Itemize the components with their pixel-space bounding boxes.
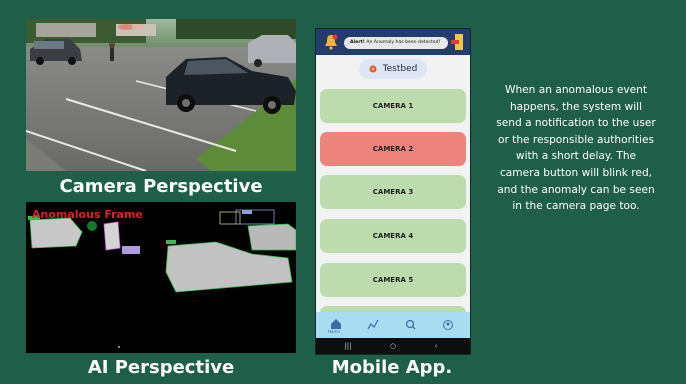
camera-perspective-image: [26, 19, 296, 171]
anomalous-frame-label: Anomalous Frame: [32, 208, 143, 221]
nav-trends[interactable]: [355, 312, 391, 338]
ai-perspective-image: Anomalous Frame: [26, 202, 296, 353]
segmentation-overlay: [28, 209, 296, 348]
camera-perspective-caption: Camera Perspective: [59, 176, 263, 197]
bell-icon: [325, 34, 338, 50]
mobile-app-caption: Mobile App.: [331, 357, 453, 378]
nav-search[interactable]: [393, 312, 429, 338]
profile-icon: [443, 320, 453, 330]
ai-perspective-caption: AI Perspective: [87, 357, 235, 378]
location-chip[interactable]: Testbed: [359, 59, 427, 79]
camera-2-button[interactable]: CAMERA 2: [320, 132, 466, 166]
home-icon: [331, 319, 341, 329]
home-button[interactable]: ○: [383, 340, 403, 352]
camera-4-button[interactable]: CAMERA 4: [320, 219, 466, 253]
back-button[interactable]: ‹: [426, 340, 446, 352]
location-chip-label: Testbed: [382, 64, 418, 74]
description-text: When an anomalous event happens, the sys…: [496, 84, 656, 213]
slide: Camera Perspective Anomalous Frame AI Pe…: [0, 0, 686, 384]
camera-5-button[interactable]: CAMERA 5: [320, 263, 466, 297]
notification-text: An Anomaly has been detected!: [366, 40, 441, 45]
android-system-bar: ||| ○ ‹: [316, 338, 470, 354]
exit-icon[interactable]: [451, 33, 465, 51]
notification-bar[interactable]: Alert! An Anomaly has been detected!: [316, 29, 470, 55]
mobile-app-screen: Alert! An Anomaly has been detected! Tes…: [315, 28, 471, 355]
notification-title: Alert!: [350, 40, 367, 45]
nav-home[interactable]: Home: [318, 312, 354, 338]
parking-lot-photo: [26, 19, 296, 171]
camera-1-button[interactable]: CAMERA 1: [320, 89, 466, 123]
nav-profile[interactable]: [430, 312, 466, 338]
location-pin-icon: [369, 65, 377, 72]
camera-3-button[interactable]: CAMERA 3: [320, 175, 466, 209]
search-icon: [405, 319, 416, 330]
notification-message[interactable]: Alert! An Anomaly has been detected!: [344, 37, 448, 49]
bottom-nav: Home: [316, 312, 470, 338]
nav-home-label: Home: [328, 329, 340, 334]
trend-icon: [367, 319, 379, 330]
recents-button[interactable]: |||: [338, 340, 358, 352]
